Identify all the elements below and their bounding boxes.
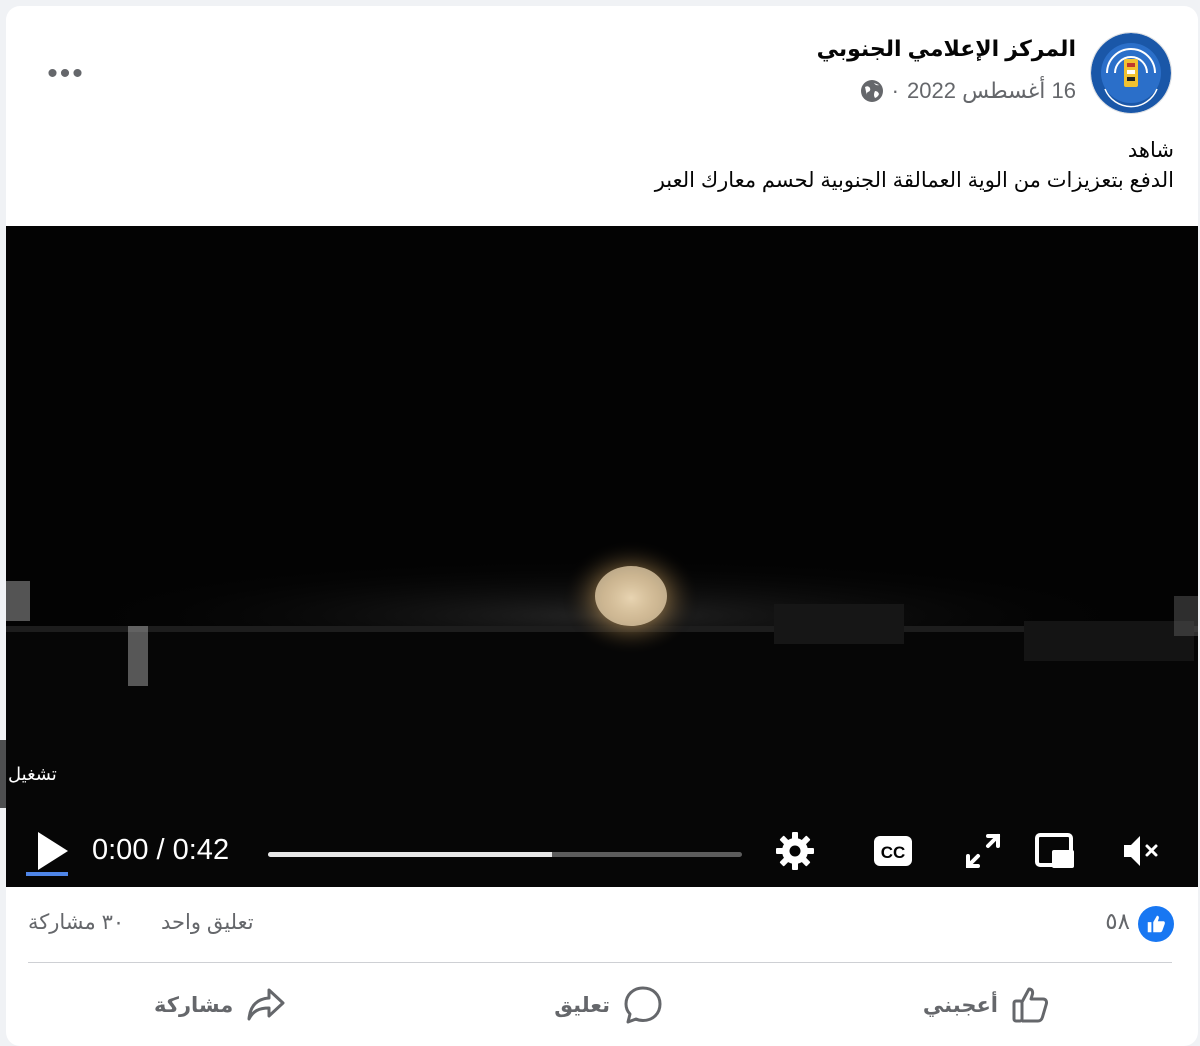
post-card: المركز الإعلامي الجنوبي 16 أغسطس 2022 · … — [6, 6, 1198, 1046]
video-player[interactable]: تشغيل 0:00 / 0:42 CC — [6, 226, 1198, 887]
meta-separator: · — [891, 78, 899, 103]
like-count[interactable]: ٥٨ — [1105, 908, 1130, 935]
play-tooltip: تشغيل — [8, 764, 57, 784]
fullscreen-icon[interactable] — [962, 830, 1004, 872]
post-header: المركز الإعلامي الجنوبي 16 أغسطس 2022 · … — [6, 6, 1198, 126]
page-avatar[interactable] — [1090, 32, 1172, 114]
video-frame — [6, 226, 1198, 887]
svg-text:CC: CC — [881, 843, 906, 862]
duration: 0:42 — [172, 834, 230, 866]
comment-bubble-icon — [624, 986, 662, 1024]
progress-bar[interactable] — [268, 852, 742, 857]
post-actions: أعجبني تعليق مشاركة — [6, 974, 1198, 1036]
avatar-logo-icon — [1091, 33, 1171, 113]
like-button[interactable]: أعجبني — [923, 974, 1052, 1036]
post-meta: 16 أغسطس 2022 · — [860, 78, 1076, 104]
picture-in-picture-icon[interactable] — [1034, 830, 1076, 872]
post-text: شاهد الدفع بتعزيزات من الوية العمالقة ال… — [174, 136, 1174, 196]
like-label: أعجبني — [922, 993, 998, 1017]
time-separator: / — [148, 834, 173, 866]
video-time: 0:00 / 0:42 — [92, 834, 229, 867]
share-arrow-icon — [247, 988, 285, 1021]
more-dots-icon: ••• — [47, 57, 85, 90]
play-icon[interactable] — [32, 828, 72, 874]
post-date[interactable]: 16 أغسطس 2022 — [907, 78, 1076, 104]
current-time: 0:00 — [92, 834, 149, 866]
volume-muted-icon[interactable] — [1120, 830, 1162, 872]
more-options-button[interactable]: ••• — [46, 54, 86, 94]
like-thumb-icon — [1012, 987, 1049, 1023]
post-text-line-2: الدفع بتعزيزات من الوية العمالقة الجنوبي… — [654, 169, 1174, 192]
share-button[interactable]: مشاركة — [154, 974, 287, 1036]
post-text-line-1: شاهد — [1127, 139, 1174, 162]
video-controls: 0:00 / 0:42 CC — [6, 816, 1198, 886]
settings-gear-icon[interactable] — [774, 830, 816, 872]
comment-label: تعليق — [554, 993, 610, 1017]
comments-count[interactable]: تعليق واحد — [161, 910, 254, 935]
engagement-stats: ٥٨ تعليق واحد ٣٠ مشاركة — [6, 896, 1198, 956]
share-label: مشاركة — [154, 993, 234, 1017]
buffered-fill — [268, 852, 553, 857]
actions-divider — [28, 962, 1172, 963]
play-focus-underline — [26, 872, 68, 876]
comment-button[interactable]: تعليق — [554, 974, 664, 1036]
shares-count[interactable]: ٣٠ مشاركة — [28, 910, 124, 935]
page-name-link[interactable]: المركز الإعلامي الجنوبي — [817, 36, 1076, 62]
like-reaction-badge[interactable] — [1138, 906, 1174, 942]
globe-icon — [860, 80, 883, 102]
captions-cc-icon[interactable]: CC — [872, 830, 914, 872]
thumbs-up-icon — [1147, 915, 1165, 933]
